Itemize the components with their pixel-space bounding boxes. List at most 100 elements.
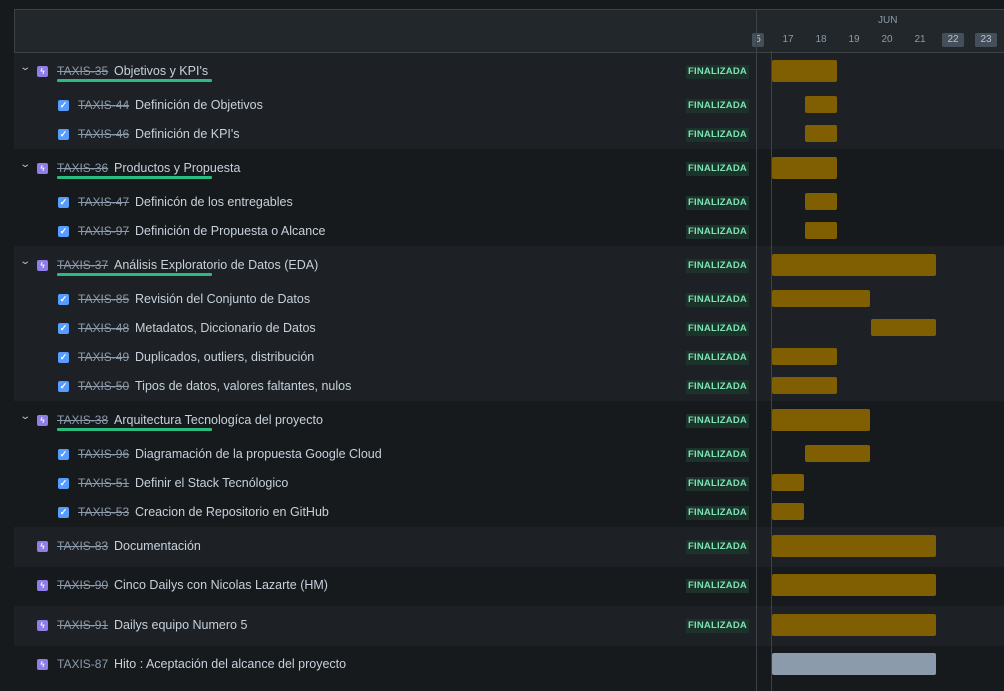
issue-key[interactable]: TAXIS-53 xyxy=(78,505,129,519)
timeline-bar-taxis-36[interactable] xyxy=(772,157,837,179)
timeline-bar-taxis-83[interactable] xyxy=(772,535,936,557)
issue-key[interactable]: TAXIS-35 xyxy=(57,64,108,78)
issue-title[interactable]: Metadatos, Diccionario de Datos xyxy=(135,321,316,335)
timeline-bar-taxis-87[interactable] xyxy=(772,653,936,675)
task-row-taxis-46[interactable]: ✓ TAXIS-46 Definición de KPI's FINALIZADA xyxy=(14,121,756,150)
issue-title[interactable]: Definir el Stack Tecnólogico xyxy=(135,476,288,490)
issue-title[interactable]: Definición de KPI's xyxy=(135,127,240,141)
epic-progress-bar xyxy=(57,428,212,431)
status-badge[interactable]: FINALIZADA xyxy=(686,579,749,593)
issue-key[interactable]: TAXIS-51 xyxy=(78,476,129,490)
chevron-down-icon[interactable]: ⌄ xyxy=(19,411,31,422)
issue-key[interactable]: TAXIS-48 xyxy=(78,321,129,335)
task-row-taxis-44[interactable]: ✓ TAXIS-44 Definición de Objetivos FINALIZA… xyxy=(14,92,756,121)
issue-key[interactable]: TAXIS-36 xyxy=(57,161,108,175)
timeline-bar-taxis-51[interactable] xyxy=(772,474,804,491)
timeline-bar-taxis-46[interactable] xyxy=(805,125,837,142)
epic-row-taxis-87[interactable]: ϟ TAXIS-87 Hito : Aceptación del alcance d… xyxy=(14,651,756,681)
status-badge[interactable]: FINALIZADA xyxy=(686,540,749,554)
epic-row-taxis-90[interactable]: ϟ TAXIS-90 Cinco Dailys con Nicolas Lazart… xyxy=(14,572,756,602)
issue-title[interactable]: Definición de Objetivos xyxy=(135,98,263,112)
status-badge[interactable]: FINALIZADA xyxy=(686,225,749,239)
status-badge[interactable]: FINALIZADA xyxy=(686,506,749,520)
issue-title[interactable]: Arquitectura Tecnologíca del proyecto xyxy=(114,413,323,427)
status-badge[interactable]: FINALIZADA xyxy=(686,162,749,176)
epic-row-taxis-91[interactable]: ϟ TAXIS-91 Dailys equipo Numero 5 FINALIZAD… xyxy=(14,612,756,642)
issue-title[interactable]: Dailys equipo Numero 5 xyxy=(114,618,247,632)
timeline-bar-taxis-90[interactable] xyxy=(772,574,936,596)
timeline-bar-taxis-53[interactable] xyxy=(772,503,804,520)
epic-row-taxis-83[interactable]: ϟ TAXIS-83 Documentación FINALIZADA xyxy=(14,533,756,563)
task-row-taxis-47[interactable]: ✓ TAXIS-47 Definicón de los entregables FIN… xyxy=(14,189,756,218)
timeline-bar-taxis-85[interactable] xyxy=(772,290,870,307)
chevron-down-icon[interactable]: ⌄ xyxy=(19,62,31,73)
timeline-bar-taxis-97[interactable] xyxy=(805,222,837,239)
timeline-bar-taxis-96[interactable] xyxy=(805,445,870,462)
issue-title[interactable]: Duplicados, outliers, distribución xyxy=(135,350,314,364)
timeline-bar-taxis-49[interactable] xyxy=(772,348,837,365)
timeline-bar-taxis-44[interactable] xyxy=(805,96,837,113)
issue-key[interactable]: TAXIS-87 xyxy=(57,657,108,671)
status-badge[interactable]: FINALIZADA xyxy=(686,477,749,491)
status-badge[interactable]: FINALIZADA xyxy=(686,99,749,113)
issue-title[interactable]: Cinco Dailys con Nicolas Lazarte (HM) xyxy=(114,578,328,592)
timeline-bar-taxis-91[interactable] xyxy=(772,614,936,636)
task-row-taxis-53[interactable]: ✓ TAXIS-53 Creacion de Repositorio en GitH… xyxy=(14,499,756,528)
timeline-bar-taxis-35[interactable] xyxy=(772,60,837,82)
task-row-taxis-48[interactable]: ✓ TAXIS-48 Metadatos, Diccionario de Datos… xyxy=(14,315,756,344)
status-badge[interactable]: FINALIZADA xyxy=(686,196,749,210)
list-timeline-divider[interactable] xyxy=(756,9,757,691)
issue-key[interactable]: TAXIS-44 xyxy=(78,98,129,112)
issue-title[interactable]: Documentación xyxy=(114,539,201,553)
issue-key[interactable]: TAXIS-47 xyxy=(78,195,129,209)
status-badge[interactable]: FINALIZADA xyxy=(686,128,749,142)
status-badge[interactable]: FINALIZADA xyxy=(686,380,749,394)
timeline-bar-taxis-50[interactable] xyxy=(772,377,837,394)
epic-row-taxis-38[interactable]: ⌄ ϟ TAXIS-38 Arquitectura Tecnologíca del p… xyxy=(14,407,756,437)
epic-row-taxis-35[interactable]: ⌄ ϟ TAXIS-35 Objetivos y KPI's FINALIZADA xyxy=(14,58,756,88)
issue-key[interactable]: TAXIS-50 xyxy=(78,379,129,393)
timeline-bar-taxis-38[interactable] xyxy=(772,409,870,431)
issue-title[interactable]: Definición de Propuesta o Alcance xyxy=(135,224,325,238)
issue-title[interactable]: Definicón de los entregables xyxy=(135,195,293,209)
timeline-bar-taxis-37[interactable] xyxy=(772,254,936,276)
issue-key[interactable]: TAXIS-38 xyxy=(57,413,108,427)
task-row-taxis-85[interactable]: ✓ TAXIS-85 Revisión del Conjunto de Datos F… xyxy=(14,286,756,315)
timeline-bar-taxis-48[interactable] xyxy=(871,319,936,336)
epic-row-taxis-37[interactable]: ⌄ ϟ TAXIS-37 Análisis Exploratorio de Datos… xyxy=(14,252,756,282)
status-badge[interactable]: FINALIZADA xyxy=(686,414,749,428)
issue-title[interactable]: Creacion de Repositorio en GitHub xyxy=(135,505,329,519)
issue-title[interactable]: Revisión del Conjunto de Datos xyxy=(135,292,310,306)
timeline-bar-taxis-47[interactable] xyxy=(805,193,837,210)
epic-row-taxis-36[interactable]: ⌄ ϟ TAXIS-36 Productos y Propuesta FINALIZAD… xyxy=(14,155,756,185)
issue-key[interactable]: TAXIS-97 xyxy=(78,224,129,238)
issue-title[interactable]: Tipos de datos, valores faltantes, nulos xyxy=(135,379,351,393)
status-badge[interactable]: FINALIZADA xyxy=(686,322,749,336)
issue-key[interactable]: TAXIS-37 xyxy=(57,258,108,272)
task-row-taxis-96[interactable]: ✓ TAXIS-96 Diagramación de la propuesta Go… xyxy=(14,441,756,470)
task-row-taxis-49[interactable]: ✓ TAXIS-49 Duplicados, outliers, distribuc… xyxy=(14,344,756,373)
status-badge[interactable]: FINALIZADA xyxy=(686,448,749,462)
issue-title[interactable]: Objetivos y KPI's xyxy=(114,64,208,78)
task-row-taxis-50[interactable]: ✓ TAXIS-50 Tipos de datos, valores faltant… xyxy=(14,373,756,402)
issue-key[interactable]: TAXIS-91 xyxy=(57,618,108,632)
issue-key[interactable]: TAXIS-90 xyxy=(57,578,108,592)
status-badge[interactable]: FINALIZADA xyxy=(686,351,749,365)
chevron-down-icon[interactable]: ⌄ xyxy=(19,159,31,170)
chevron-down-icon[interactable]: ⌄ xyxy=(19,256,31,267)
issue-key[interactable]: TAXIS-46 xyxy=(78,127,129,141)
issue-title[interactable]: Diagramación de la propuesta Google Clou… xyxy=(135,447,382,461)
task-row-taxis-97[interactable]: ✓ TAXIS-97 Definición de Propuesta o Alcan… xyxy=(14,218,756,247)
issue-key[interactable]: TAXIS-85 xyxy=(78,292,129,306)
issue-title[interactable]: Hito : Aceptación del alcance del proyec… xyxy=(114,657,346,671)
task-row-taxis-51[interactable]: ✓ TAXIS-51 Definir el Stack Tecnólogico FIN… xyxy=(14,470,756,499)
issue-key[interactable]: TAXIS-96 xyxy=(78,447,129,461)
status-badge[interactable]: FINALIZADA xyxy=(686,259,749,273)
status-badge[interactable]: FINALIZADA xyxy=(686,619,749,633)
issue-key[interactable]: TAXIS-83 xyxy=(57,539,108,553)
issue-title[interactable]: Análisis Exploratorio de Datos (EDA) xyxy=(114,258,318,272)
status-badge[interactable]: FINALIZADA xyxy=(686,65,749,79)
status-badge[interactable]: FINALIZADA xyxy=(686,293,749,307)
issue-key[interactable]: TAXIS-49 xyxy=(78,350,129,364)
issue-title[interactable]: Productos y Propuesta xyxy=(114,161,240,175)
